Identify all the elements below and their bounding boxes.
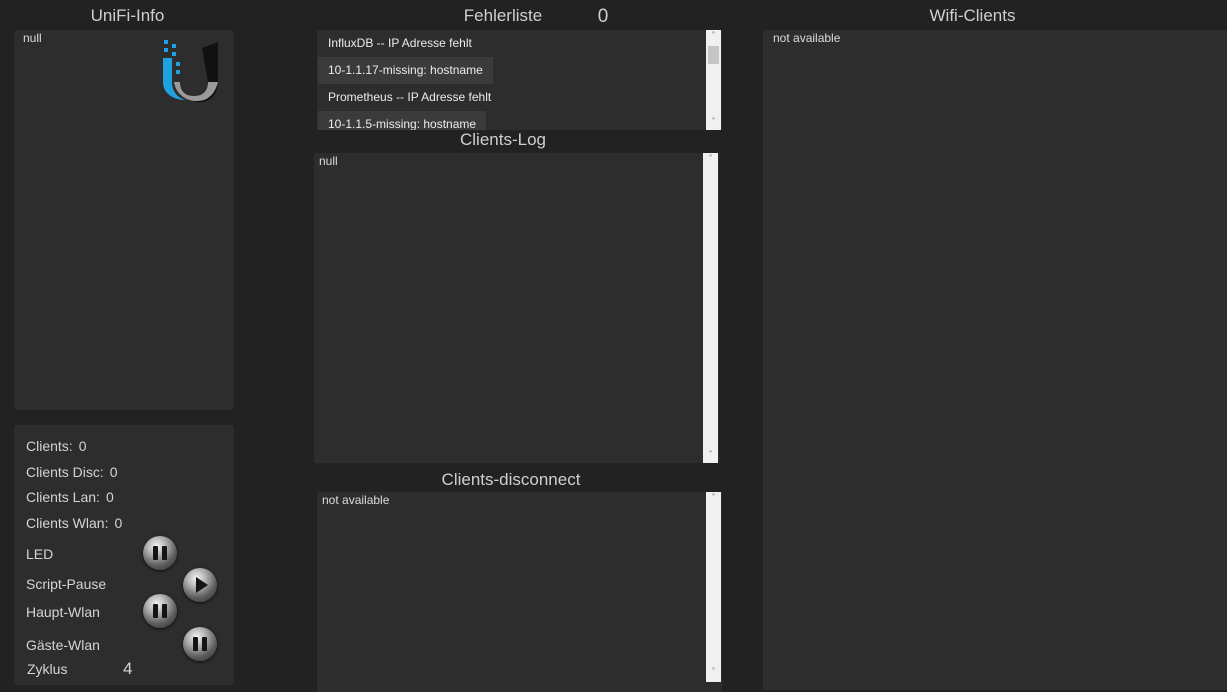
scroll-up-arrow-icon[interactable]: ˄	[706, 30, 721, 44]
fehlerliste-title: Fehlerliste	[463, 6, 543, 25]
script-pause-play-button[interactable]	[183, 568, 217, 602]
fehlerliste-count: 0	[597, 6, 609, 27]
list-item[interactable]: 10-1.1.5-missing: hostname	[318, 111, 487, 130]
pause-icon	[153, 604, 167, 618]
stats-panel: Clients: 0 Clients Disc: 0 Clients Lan: 0 C…	[14, 425, 234, 685]
clients-value: 0	[78, 438, 87, 454]
clients-log-scrollbar[interactable]: ˄ ˅	[703, 153, 718, 463]
wifi-clients-title: Wifi-Clients	[929, 6, 1016, 25]
clients-disconnect-panel[interactable]: not available ˄ ˅	[317, 492, 722, 692]
scroll-down-arrow-icon[interactable]: ˅	[706, 666, 721, 680]
gaeste-wlan-pause-button[interactable]	[183, 627, 217, 661]
haupt-wlan-label: Haupt-Wlan	[26, 604, 100, 620]
fehlerliste-scrollbar[interactable]: ˄ ˅	[706, 30, 721, 130]
pause-icon	[153, 546, 167, 560]
scroll-down-arrow-icon[interactable]: ˅	[706, 116, 721, 130]
scroll-up-arrow-icon[interactable]: ˄	[703, 153, 718, 167]
wifi-clients-text: not available	[773, 31, 841, 45]
play-icon	[196, 577, 208, 593]
clients-disconnect-text: not available	[322, 493, 390, 507]
clients-lan-value: 0	[105, 489, 114, 505]
scroll-down-arrow-icon[interactable]: ˅	[703, 449, 718, 463]
script-pause-label: Script-Pause	[26, 576, 107, 592]
list-item[interactable]: 10-1.1.17-missing: hostname	[318, 57, 493, 84]
clients-log-title: Clients-Log	[460, 130, 546, 149]
clients-lan-label: Clients Lan:	[26, 489, 100, 505]
clients-lan-stat: Clients Lan: 0	[26, 489, 114, 505]
list-item[interactable]: InfluxDB -- IP Adresse fehlt	[318, 30, 482, 57]
clients-wlan-label: Clients Wlan:	[26, 515, 109, 531]
unifi-info-panel: null	[14, 30, 234, 410]
clients-label: Clients:	[26, 438, 73, 454]
clients-wlan-value: 0	[114, 515, 123, 531]
zyklus-value: 4	[123, 659, 133, 678]
haupt-wlan-pause-button[interactable]	[143, 594, 177, 628]
list-item-text: InfluxDB -- IP Adresse fehlt	[328, 36, 472, 50]
scrollbar-thumb[interactable]	[708, 46, 719, 64]
clients-disc-label: Clients Disc:	[26, 464, 104, 480]
clients-disc-value: 0	[109, 464, 118, 480]
clients-disconnect-scrollbar[interactable]: ˄ ˅	[706, 492, 721, 682]
list-item-text: 10-1.1.5-missing: hostname	[318, 111, 487, 130]
led-label: LED	[26, 546, 54, 562]
unifi-info-title: UniFi-Info	[90, 6, 165, 25]
clients-log-text: null	[319, 154, 338, 168]
gaeste-wlan-label: Gäste-Wlan	[26, 637, 100, 653]
list-item-text: Prometheus -- IP Adresse fehlt	[328, 90, 492, 104]
clients-log-panel[interactable]: null ˄ ˅	[314, 153, 719, 463]
pause-icon	[193, 637, 207, 651]
clients-wlan-stat: Clients Wlan: 0	[26, 515, 122, 531]
list-item[interactable]: Prometheus -- IP Adresse fehlt	[318, 84, 501, 111]
clients-stat: Clients: 0	[26, 438, 86, 454]
wifi-clients-panel[interactable]: not available	[763, 30, 1227, 690]
list-item-text: 10-1.1.17-missing: hostname	[318, 57, 493, 84]
fehlerliste-list[interactable]: InfluxDB -- IP Adresse fehlt 10-1.1.17-m…	[317, 30, 722, 130]
clients-disconnect-title: Clients-disconnect	[441, 470, 581, 489]
ubiquiti-logo-icon	[160, 38, 222, 104]
led-pause-button[interactable]	[143, 536, 177, 570]
zyklus-label: Zyklus	[27, 661, 68, 677]
unifi-info-text: null	[23, 31, 42, 45]
scroll-up-arrow-icon[interactable]: ˄	[706, 492, 721, 506]
clients-disc-stat: Clients Disc: 0	[26, 464, 118, 480]
